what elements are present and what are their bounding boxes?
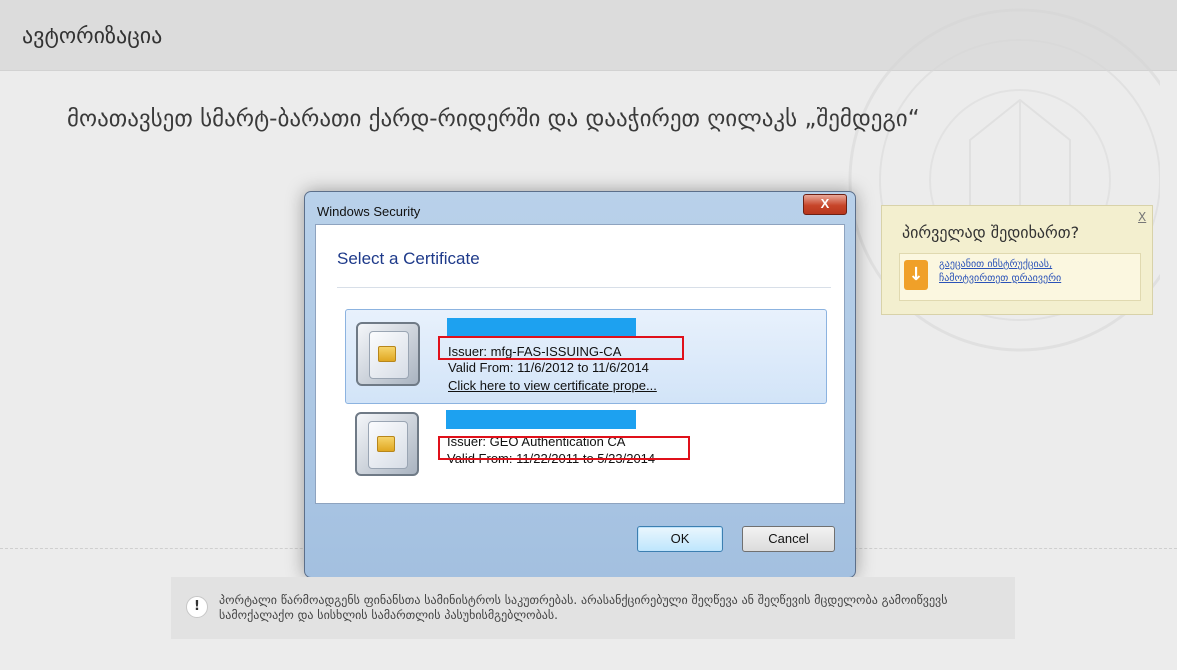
- ok-button[interactable]: OK: [637, 526, 723, 552]
- redacted-name-bar: [446, 410, 636, 429]
- exclamation-icon: !: [186, 596, 208, 618]
- first-time-panel: პირველად შედიხართ? X ↓ გაეცანით ინსტრუქც…: [881, 205, 1153, 315]
- download-line-2[interactable]: ჩამოტვირთეთ დრაივერი: [939, 273, 1061, 284]
- heading-separator: [337, 287, 831, 288]
- close-panel-button[interactable]: X: [1138, 210, 1146, 224]
- dialog-content: Select a Certificate Issuer: mfg-FAS-ISS…: [315, 224, 845, 504]
- ministry-seal-watermark: [848, 8, 1160, 352]
- smart-card-icon: [355, 412, 419, 476]
- download-driver-link[interactable]: გაეცანით ინსტრუქციას, ჩამოტვირთეთ დრაივე…: [939, 258, 1061, 286]
- ownership-notice: ! პორტალი წარმოადგენს ფინანსთა სამინისტრ…: [171, 577, 1015, 639]
- dialog-title: Windows Security: [317, 204, 421, 219]
- view-properties-link[interactable]: Click here to view certificate prope...: [448, 378, 657, 393]
- page-title: ავტორიზაცია: [22, 24, 163, 49]
- close-dialog-button[interactable]: X: [803, 194, 847, 215]
- windows-security-dialog: Windows Security X Select a Certificate …: [304, 191, 856, 578]
- notice-text: პორტალი წარმოადგენს ფინანსთა სამინისტროს…: [219, 593, 948, 622]
- download-line-1[interactable]: გაეცანით ინსტრუქციას,: [939, 259, 1052, 270]
- instruction-text: მოათავსეთ სმარტ-ბარათი ქარდ-რიდერში და დ…: [67, 106, 920, 132]
- first-time-question: პირველად შედიხართ?: [902, 223, 1080, 242]
- download-arrow-icon: ↓: [904, 260, 928, 290]
- certificate-validity: Valid From: 11/6/2012 to 11/6/2014: [448, 360, 649, 375]
- redacted-name-bar: [447, 318, 636, 337]
- download-driver-box[interactable]: ↓ გაეცანით ინსტრუქციას, ჩამოტვირთეთ დრაი…: [899, 253, 1141, 301]
- annotation-box: [438, 336, 684, 360]
- annotation-box: [438, 436, 690, 460]
- cancel-button[interactable]: Cancel: [742, 526, 835, 552]
- smart-card-icon: [356, 322, 420, 386]
- dialog-heading: Select a Certificate: [337, 249, 480, 268]
